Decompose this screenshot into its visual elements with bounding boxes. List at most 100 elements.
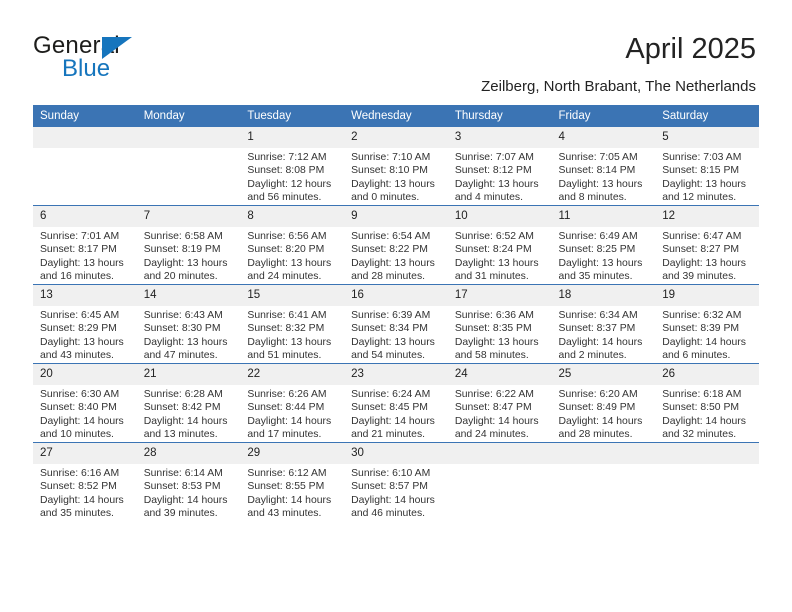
day-sunrise-text: Sunrise: 6:28 AM bbox=[143, 389, 223, 400]
calendar-day-cell[interactable]: 20 Sunrise: 6:30 AM Sunset: 8:40 PM Dayligh… bbox=[33, 363, 137, 443]
calendar-day-cell[interactable]: 18 Sunrise: 6:34 AM Sunset: 8:37 PM Dayligh… bbox=[551, 284, 656, 364]
day-details: Sunrise: 6:39 AM Sunset: 8:34 PM Daylight:… bbox=[344, 306, 448, 362]
calendar-day-cell[interactable]: 19 Sunrise: 6:32 AM Sunset: 8:39 PM Dayligh… bbox=[655, 284, 759, 364]
calendar-day-cell[interactable]: 27 Sunrise: 6:16 AM Sunset: 8:52 PM Dayligh… bbox=[33, 442, 137, 521]
day-daylight-2-text: and 24 minutes. bbox=[454, 428, 529, 440]
day-sunset-text: Sunset: 8:57 PM bbox=[351, 481, 428, 493]
calendar-day-cell[interactable]: 30 Sunrise: 6:10 AM Sunset: 8:57 PM Dayligh… bbox=[344, 442, 448, 521]
calendar-week-row: 6 Sunrise: 7:01 AM Sunset: 8:17 PM Daylight… bbox=[33, 205, 759, 285]
day-sunset-text: Sunset: 8:55 PM bbox=[247, 481, 325, 493]
day-sunrise-text: Sunrise: 7:07 AM bbox=[454, 152, 534, 163]
day-daylight-2-text: and 39 minutes. bbox=[143, 507, 218, 519]
day-sunrise-text: Sunrise: 7:10 AM bbox=[351, 152, 431, 163]
calendar-header-row: Sunday Monday Tuesday Wednesday Thursday… bbox=[33, 105, 759, 127]
day-daylight-2-text: and 12 minutes. bbox=[662, 191, 737, 203]
calendar-day-cell[interactable]: 8 Sunrise: 6:56 AM Sunset: 8:20 PM Daylight… bbox=[240, 205, 345, 285]
calendar-day-cell[interactable]: 21 Sunrise: 6:28 AM Sunset: 8:42 PM Dayligh… bbox=[136, 363, 241, 443]
day-details: Sunrise: 6:32 AM Sunset: 8:39 PM Daylight:… bbox=[655, 306, 759, 362]
weekday-header-thursday: Thursday bbox=[447, 105, 552, 127]
calendar-day-cell-empty bbox=[136, 127, 241, 206]
day-daylight-1-text: Daylight: 14 hours bbox=[247, 415, 332, 427]
day-daylight-2-text: and 6 minutes. bbox=[662, 349, 731, 361]
day-daylight-2-text: and 51 minutes. bbox=[247, 349, 322, 361]
day-details: Sunrise: 6:26 AM Sunset: 8:44 PM Daylight:… bbox=[240, 385, 344, 441]
calendar-day-cell[interactable]: 15 Sunrise: 6:41 AM Sunset: 8:32 PM Dayligh… bbox=[240, 284, 345, 364]
calendar-day-cell[interactable]: 25 Sunrise: 6:20 AM Sunset: 8:49 PM Dayligh… bbox=[551, 363, 656, 443]
calendar-day-cell[interactable]: 2 Sunrise: 7:10 AM Sunset: 8:10 PM Daylight… bbox=[344, 127, 448, 206]
day-sunset-text: Sunset: 8:19 PM bbox=[143, 244, 221, 256]
day-daylight-2-text: and 56 minutes. bbox=[247, 191, 322, 203]
day-details: Sunrise: 7:10 AM Sunset: 8:10 PM Daylight:… bbox=[344, 148, 448, 204]
calendar-day-cell[interactable]: 1 Sunrise: 7:12 AM Sunset: 8:08 PM Daylight… bbox=[240, 127, 345, 206]
calendar-body: 1 Sunrise: 7:12 AM Sunset: 8:08 PM Daylight… bbox=[33, 127, 759, 521]
day-sunrise-text: Sunrise: 6:20 AM bbox=[558, 389, 638, 400]
day-daylight-1-text: Daylight: 14 hours bbox=[247, 494, 332, 506]
calendar-day-cell[interactable]: 3 Sunrise: 7:07 AM Sunset: 8:12 PM Daylight… bbox=[447, 127, 552, 206]
day-details: Sunrise: 6:18 AM Sunset: 8:50 PM Daylight:… bbox=[655, 385, 759, 441]
day-details: Sunrise: 6:54 AM Sunset: 8:22 PM Daylight:… bbox=[344, 227, 448, 283]
calendar-page: General Blue April 2025 Zeilberg, North … bbox=[0, 0, 792, 612]
calendar-day-cell[interactable]: 17 Sunrise: 6:36 AM Sunset: 8:35 PM Dayligh… bbox=[447, 284, 552, 364]
calendar-day-cell[interactable]: 7 Sunrise: 6:58 AM Sunset: 8:19 PM Daylight… bbox=[136, 205, 241, 285]
calendar-day-cell[interactable]: 24 Sunrise: 6:22 AM Sunset: 8:47 PM Dayligh… bbox=[447, 363, 552, 443]
calendar-week-row: 13 Sunrise: 6:45 AM Sunset: 8:29 PM Dayligh… bbox=[33, 284, 759, 364]
day-number: 15 bbox=[240, 285, 345, 306]
calendar-day-cell-empty bbox=[33, 127, 137, 206]
day-details: Sunrise: 6:43 AM Sunset: 8:30 PM Daylight:… bbox=[137, 306, 241, 362]
day-sunrise-text: Sunrise: 6:56 AM bbox=[247, 231, 327, 242]
general-blue-logo[interactable]: General Blue bbox=[33, 32, 213, 82]
day-number: 29 bbox=[240, 443, 345, 464]
day-details: Sunrise: 6:36 AM Sunset: 8:35 PM Daylight:… bbox=[448, 306, 552, 362]
day-details: Sunrise: 6:30 AM Sunset: 8:40 PM Daylight:… bbox=[33, 385, 137, 441]
calendar-day-cell[interactable]: 23 Sunrise: 6:24 AM Sunset: 8:45 PM Dayligh… bbox=[344, 363, 448, 443]
calendar-day-cell[interactable]: 12 Sunrise: 6:47 AM Sunset: 8:27 PM Dayligh… bbox=[655, 205, 759, 285]
day-sunset-text: Sunset: 8:35 PM bbox=[454, 323, 532, 335]
calendar-day-cell[interactable]: 4 Sunrise: 7:05 AM Sunset: 8:14 PM Daylight… bbox=[551, 127, 656, 206]
day-sunset-text: Sunset: 8:17 PM bbox=[40, 244, 117, 256]
calendar-day-cell[interactable]: 9 Sunrise: 6:54 AM Sunset: 8:22 PM Daylight… bbox=[344, 205, 448, 285]
calendar-day-cell[interactable]: 5 Sunrise: 7:03 AM Sunset: 8:15 PM Daylight… bbox=[655, 127, 759, 206]
day-number: 12 bbox=[655, 206, 759, 227]
day-daylight-2-text: and 28 minutes. bbox=[351, 270, 426, 282]
day-daylight-2-text: and 35 minutes. bbox=[558, 270, 633, 282]
calendar-day-cell[interactable]: 16 Sunrise: 6:39 AM Sunset: 8:34 PM Dayligh… bbox=[344, 284, 448, 364]
day-daylight-1-text: Daylight: 13 hours bbox=[40, 336, 124, 348]
day-details: Sunrise: 7:01 AM Sunset: 8:17 PM Daylight:… bbox=[33, 227, 137, 283]
day-number: 2 bbox=[344, 127, 448, 148]
calendar-day-cell[interactable]: 22 Sunrise: 6:26 AM Sunset: 8:44 PM Dayligh… bbox=[240, 363, 345, 443]
day-daylight-1-text: Daylight: 14 hours bbox=[40, 494, 124, 506]
day-daylight-1-text: Daylight: 14 hours bbox=[143, 415, 228, 427]
calendar-day-cell[interactable]: 14 Sunrise: 6:43 AM Sunset: 8:30 PM Dayligh… bbox=[136, 284, 241, 364]
day-daylight-2-text: and 0 minutes. bbox=[351, 191, 420, 203]
calendar-day-cell[interactable]: 29 Sunrise: 6:12 AM Sunset: 8:55 PM Dayligh… bbox=[240, 442, 345, 521]
calendar-day-cell[interactable]: 10 Sunrise: 6:52 AM Sunset: 8:24 PM Dayligh… bbox=[447, 205, 552, 285]
day-sunset-text: Sunset: 8:24 PM bbox=[454, 244, 532, 256]
day-sunrise-text: Sunrise: 6:52 AM bbox=[454, 231, 534, 242]
day-details: Sunrise: 6:41 AM Sunset: 8:32 PM Daylight:… bbox=[240, 306, 344, 362]
day-sunrise-text: Sunrise: 6:18 AM bbox=[662, 389, 742, 400]
calendar-day-cell[interactable]: 6 Sunrise: 7:01 AM Sunset: 8:17 PM Daylight… bbox=[33, 205, 137, 285]
day-number: 10 bbox=[447, 206, 552, 227]
day-number: 11 bbox=[551, 206, 656, 227]
day-daylight-1-text: Daylight: 12 hours bbox=[247, 178, 332, 190]
day-sunset-text: Sunset: 8:15 PM bbox=[662, 165, 740, 177]
day-number bbox=[136, 127, 241, 148]
day-daylight-2-text: and 13 minutes. bbox=[143, 428, 218, 440]
day-daylight-1-text: Daylight: 13 hours bbox=[247, 336, 332, 348]
day-daylight-2-text: and 10 minutes. bbox=[40, 428, 114, 440]
day-number: 14 bbox=[136, 285, 241, 306]
sunrise-sunset-calendar: Sunday Monday Tuesday Wednesday Thursday… bbox=[33, 105, 759, 521]
calendar-day-cell[interactable]: 28 Sunrise: 6:14 AM Sunset: 8:53 PM Dayligh… bbox=[136, 442, 241, 521]
calendar-day-cell-empty bbox=[655, 442, 759, 521]
day-daylight-2-text: and 35 minutes. bbox=[40, 507, 114, 519]
day-daylight-1-text: Daylight: 14 hours bbox=[143, 494, 228, 506]
day-sunset-text: Sunset: 8:27 PM bbox=[662, 244, 740, 256]
calendar-day-cell[interactable]: 13 Sunrise: 6:45 AM Sunset: 8:29 PM Dayligh… bbox=[33, 284, 137, 364]
calendar-day-cell[interactable]: 11 Sunrise: 6:49 AM Sunset: 8:25 PM Dayligh… bbox=[551, 205, 656, 285]
calendar-day-cell[interactable]: 26 Sunrise: 6:18 AM Sunset: 8:50 PM Dayligh… bbox=[655, 363, 759, 443]
day-details: Sunrise: 6:28 AM Sunset: 8:42 PM Daylight:… bbox=[137, 385, 241, 441]
day-sunset-text: Sunset: 8:08 PM bbox=[247, 165, 325, 177]
page-subtitle: Zeilberg, North Brabant, The Netherlands bbox=[481, 78, 756, 95]
day-daylight-1-text: Daylight: 13 hours bbox=[558, 178, 643, 190]
day-number bbox=[551, 443, 656, 464]
